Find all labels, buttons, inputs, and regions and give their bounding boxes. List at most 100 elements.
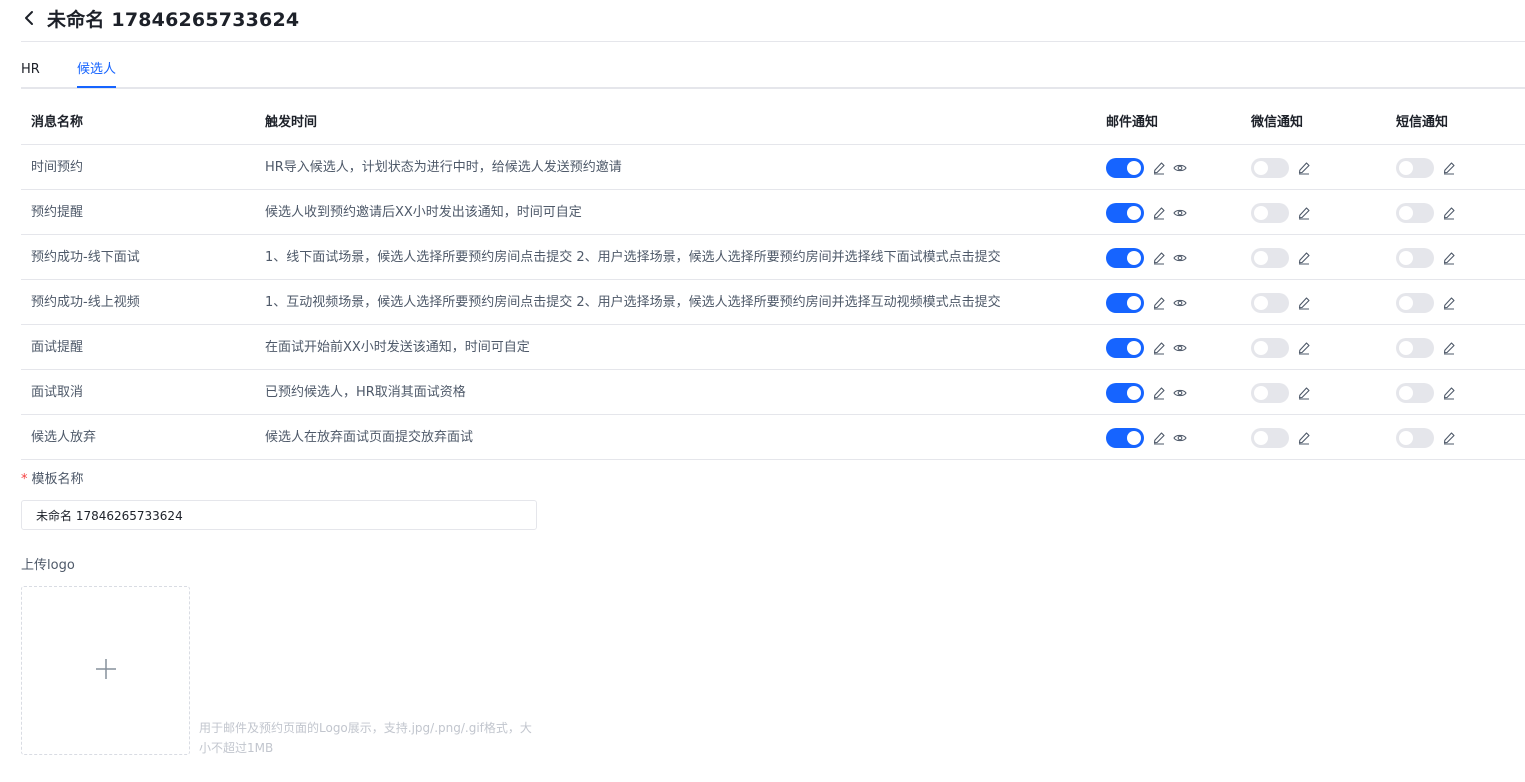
pen-icon[interactable] <box>1296 295 1312 311</box>
toggle-knob <box>1399 340 1413 355</box>
email-toggle[interactable] <box>1106 157 1144 178</box>
toggle-knob <box>1127 250 1141 265</box>
pen-icon[interactable] <box>1151 295 1167 311</box>
pen-icon[interactable] <box>1296 430 1312 446</box>
message-name: 面试提醒 <box>31 340 84 355</box>
pen-icon[interactable] <box>1296 340 1312 356</box>
trigger-time: 候选人在放弃面试页面提交放弃面试 <box>265 430 474 445</box>
table-row: 预约提醒 候选人收到预约邀请后XX小时发出该通知，时间可自定 <box>21 190 1525 235</box>
eye-icon[interactable] <box>1172 250 1188 266</box>
tab-hr[interactable]: HR <box>21 52 40 87</box>
table-row: 预约成功-线上视频 1、互动视频场景，候选人选择所要预约房间点击提交 2、用户选择… <box>21 280 1525 325</box>
email-toggle[interactable] <box>1106 382 1144 403</box>
toggle-knob <box>1399 250 1413 265</box>
email-notification-cell <box>1106 370 1188 415</box>
pen-icon[interactable] <box>1441 160 1457 176</box>
sms-toggle[interactable] <box>1396 382 1434 403</box>
message-name: 面试取消 <box>31 385 84 400</box>
upload-hint: 用于邮件及预约页面的Logo展示，支持.jpg/.png/.gif格式，大小不超… <box>199 721 532 755</box>
table-row: 时间预约 HR导入候选人，计划状态为进行中时，给候选人发送预约邀请 <box>21 145 1525 190</box>
toggle-knob <box>1127 295 1141 310</box>
sms-toggle[interactable] <box>1396 427 1434 448</box>
sms-toggle[interactable] <box>1396 292 1434 313</box>
eye-icon[interactable] <box>1172 160 1188 176</box>
toggle-knob <box>1399 295 1413 310</box>
sms-notification-cell <box>1396 415 1457 460</box>
upload-logo-label: 上传logo <box>21 558 75 573</box>
email-notification-cell <box>1106 325 1188 370</box>
email-toggle[interactable] <box>1106 337 1144 358</box>
wechat-toggle[interactable] <box>1251 427 1289 448</box>
email-notification-cell <box>1106 190 1188 235</box>
wechat-toggle[interactable] <box>1251 382 1289 403</box>
eye-icon[interactable] <box>1172 385 1188 401</box>
pen-icon[interactable] <box>1296 160 1312 176</box>
table-row: 面试提醒 在面试开始前XX小时发送该通知，时间可自定 <box>21 325 1525 370</box>
wechat-toggle[interactable] <box>1251 292 1289 313</box>
sms-toggle[interactable] <box>1396 202 1434 223</box>
sms-toggle[interactable] <box>1396 337 1434 358</box>
eye-icon[interactable] <box>1172 205 1188 221</box>
pen-icon[interactable] <box>1151 385 1167 401</box>
sms-notification-cell <box>1396 370 1457 415</box>
tab-candidate[interactable]: 候选人 <box>77 52 117 88</box>
pen-icon[interactable] <box>1441 205 1457 221</box>
pen-icon[interactable] <box>1151 160 1167 176</box>
sms-toggle[interactable] <box>1396 247 1434 268</box>
eye-icon[interactable] <box>1172 340 1188 356</box>
pen-icon[interactable] <box>1151 205 1167 221</box>
sms-notification-cell <box>1396 280 1457 325</box>
template-name-label-text: 模板名称 <box>31 472 84 487</box>
table-row: 面试取消 已预约候选人，HR取消其面试资格 <box>21 370 1525 415</box>
pen-icon[interactable] <box>1151 340 1167 356</box>
sms-notification-cell <box>1396 235 1457 280</box>
message-name: 预约成功-线上视频 <box>31 295 140 310</box>
eye-icon[interactable] <box>1172 430 1188 446</box>
template-name-input[interactable] <box>21 500 537 530</box>
column-header-trigger: 触发时间 <box>265 115 318 130</box>
pen-icon[interactable] <box>1441 340 1457 356</box>
email-notification-cell <box>1106 415 1188 460</box>
email-toggle[interactable] <box>1106 247 1144 268</box>
email-toggle[interactable] <box>1106 292 1144 313</box>
page-header: 未命名 17846265733624 <box>22 4 299 32</box>
pen-icon[interactable] <box>1151 430 1167 446</box>
email-toggle[interactable] <box>1106 427 1144 448</box>
pen-icon[interactable] <box>1441 385 1457 401</box>
toggle-knob <box>1127 385 1141 400</box>
upload-logo-button[interactable] <box>21 586 190 755</box>
wechat-notification-cell <box>1251 325 1312 370</box>
pen-icon[interactable] <box>1296 250 1312 266</box>
toggle-knob <box>1127 205 1141 220</box>
wechat-toggle[interactable] <box>1251 247 1289 268</box>
table-body: 时间预约 HR导入候选人，计划状态为进行中时，给候选人发送预约邀请预约提醒 候选人收… <box>21 145 1525 460</box>
pen-icon[interactable] <box>1441 430 1457 446</box>
toggle-knob <box>1254 295 1268 310</box>
wechat-toggle[interactable] <box>1251 202 1289 223</box>
toggle-knob <box>1399 160 1413 175</box>
pen-icon[interactable] <box>1441 295 1457 311</box>
pen-icon[interactable] <box>1441 250 1457 266</box>
chevron-left-icon[interactable] <box>22 7 44 29</box>
table-row: 预约成功-线下面试 1、线下面试场景，候选人选择所要预约房间点击提交 2、用户选择… <box>21 235 1525 280</box>
pen-icon[interactable] <box>1296 385 1312 401</box>
wechat-toggle[interactable] <box>1251 337 1289 358</box>
toggle-knob <box>1254 250 1268 265</box>
toggle-knob <box>1254 430 1268 445</box>
toggle-knob <box>1399 385 1413 400</box>
plus-icon <box>94 657 118 685</box>
toggle-knob <box>1254 385 1268 400</box>
message-name: 时间预约 <box>31 160 84 175</box>
sms-toggle[interactable] <box>1396 157 1434 178</box>
table-header: 消息名称 触发时间 邮件通知 微信通知 短信通知 <box>21 100 1525 145</box>
message-name: 候选人放弃 <box>31 430 97 445</box>
wechat-toggle[interactable] <box>1251 157 1289 178</box>
trigger-time: HR导入候选人，计划状态为进行中时，给候选人发送预约邀请 <box>265 160 622 175</box>
trigger-time: 候选人收到预约邀请后XX小时发出该通知，时间可自定 <box>265 205 582 220</box>
message-name: 预约成功-线下面试 <box>31 250 140 265</box>
toggle-knob <box>1127 430 1141 445</box>
pen-icon[interactable] <box>1151 250 1167 266</box>
pen-icon[interactable] <box>1296 205 1312 221</box>
email-toggle[interactable] <box>1106 202 1144 223</box>
eye-icon[interactable] <box>1172 295 1188 311</box>
